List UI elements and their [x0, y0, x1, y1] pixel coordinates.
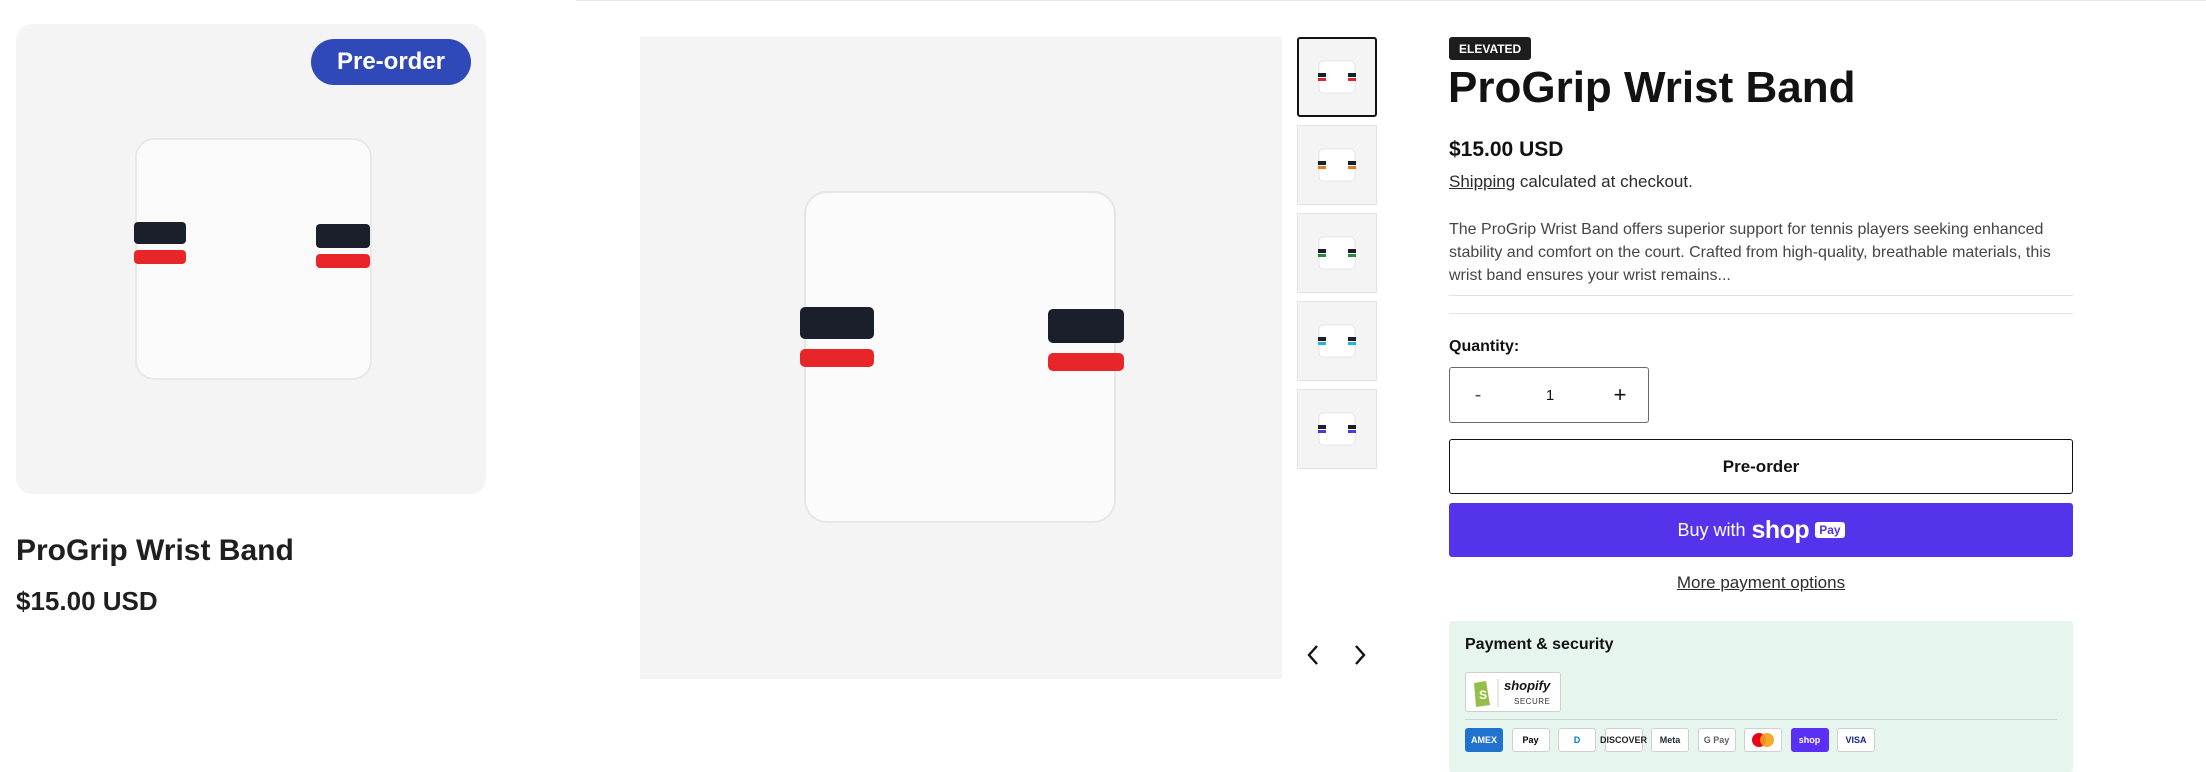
- product-description: The ProGrip Wrist Band offers superior s…: [1449, 221, 2051, 284]
- shopify-wordmark: shopify: [1504, 678, 1551, 693]
- buy-with-shop-pay-button[interactable]: Buy with shop Pay: [1449, 503, 2073, 557]
- diners-club-label: D: [1573, 735, 1581, 745]
- google-pay-label: G Pay: [1703, 735, 1730, 745]
- product-price: $15.00 USD: [1449, 138, 1564, 161]
- buy-with-label: Buy with: [1677, 519, 1746, 540]
- shop-pay-logo-word: shop: [1751, 515, 1810, 544]
- divider: [1449, 295, 2073, 296]
- discover-label: DISCOVER: [1600, 735, 1648, 745]
- thumbnail-3[interactable]: [1297, 213, 1377, 293]
- shipping-note-text: calculated at checkout.: [1515, 172, 1693, 191]
- amex-icon: AMEX: [1465, 728, 1503, 752]
- more-payment-options-link[interactable]: More payment options: [1449, 573, 2073, 593]
- mastercard-icon: [1744, 728, 1782, 752]
- card-product-price: $15.00 USD: [16, 586, 158, 616]
- main-product-image[interactable]: [640, 37, 1282, 679]
- divider: [1449, 313, 2073, 314]
- visa-icon: VISA: [1837, 728, 1875, 752]
- google-pay-icon: G Pay: [1697, 728, 1736, 752]
- svg-text:S: S: [1479, 688, 1487, 702]
- discover-icon: DISCOVER: [1600, 728, 1647, 752]
- shopify-secure-badge: S shopify SECURE: [1465, 672, 1561, 712]
- header-divider: [576, 0, 2206, 1]
- shipping-link[interactable]: Shipping: [1449, 172, 1515, 191]
- apple-pay-icon: Pay: [1511, 728, 1550, 752]
- preorder-badge: Pre-order: [311, 39, 471, 85]
- secure-label: SECURE: [1514, 697, 1551, 706]
- quantity-stepper: - 1 +: [1449, 367, 1649, 423]
- thumbnail-5[interactable]: [1297, 389, 1377, 469]
- meta-pay-icon: Meta: [1651, 728, 1689, 752]
- divider: [1465, 719, 2057, 720]
- quantity-increase-button[interactable]: +: [1592, 368, 1648, 422]
- chevron-right-icon[interactable]: [1345, 640, 1375, 670]
- thumbnail-4[interactable]: [1297, 301, 1377, 381]
- payment-security-title: Payment & security: [1465, 636, 1614, 653]
- meta-pay-label: Meta: [1659, 735, 1681, 745]
- thumbnail-1[interactable]: [1297, 37, 1377, 117]
- card-product-image[interactable]: [16, 24, 486, 494]
- quantity-input[interactable]: 1: [1506, 368, 1594, 422]
- visa-label: VISA: [1845, 735, 1867, 745]
- elevated-badge: ELEVATED: [1449, 37, 1532, 60]
- preorder-button[interactable]: Pre-order: [1449, 439, 2073, 494]
- thumbnail-2[interactable]: [1297, 125, 1377, 205]
- quantity-label: Quantity:: [1449, 338, 1520, 355]
- thumb-stripe: [1318, 78, 1326, 81]
- card-product-title[interactable]: ProGrip Wrist Band: [16, 534, 294, 568]
- quantity-decrease-button[interactable]: -: [1450, 368, 1506, 422]
- pay-chip: Pay: [1815, 522, 1845, 538]
- diners-club-icon: D: [1558, 728, 1596, 752]
- product-title: ProGrip Wrist Band: [1448, 63, 1856, 112]
- apple-pay-label: Pay: [1522, 735, 1539, 745]
- amex-label: AMEX: [1470, 735, 1497, 745]
- shop-pay-label: shop: [1798, 735, 1821, 745]
- chevron-left-icon[interactable]: [1298, 640, 1328, 670]
- shipping-note: Shipping calculated at checkout.: [1449, 172, 1693, 192]
- shop-pay-icon: shop: [1790, 728, 1829, 752]
